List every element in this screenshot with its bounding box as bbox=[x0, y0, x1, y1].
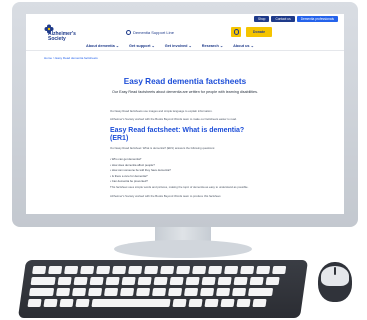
key bbox=[73, 277, 88, 285]
paragraph-3: This factsheet uses simple words and pic… bbox=[110, 185, 249, 189]
key bbox=[256, 266, 271, 274]
key bbox=[224, 266, 239, 274]
key bbox=[216, 288, 231, 296]
key bbox=[32, 266, 47, 274]
key bbox=[233, 277, 248, 285]
paragraph-2: Alzheimer's Society worked with the Book… bbox=[110, 117, 237, 121]
key bbox=[185, 277, 200, 285]
key bbox=[201, 277, 216, 285]
computer-mouse bbox=[318, 262, 352, 302]
key bbox=[57, 277, 72, 285]
key bbox=[192, 266, 207, 274]
key bbox=[220, 299, 235, 307]
support-line-link[interactable]: Dementia Support Line bbox=[126, 30, 174, 35]
key bbox=[200, 288, 215, 296]
logo-line2: Society bbox=[48, 36, 66, 43]
key bbox=[208, 266, 223, 274]
key bbox=[48, 266, 63, 274]
list-item: • Can dementia be prevented? bbox=[110, 179, 148, 183]
key-row bbox=[30, 277, 280, 285]
key bbox=[120, 288, 135, 296]
top-utility-bar: Shop Contact us Dementia professionals bbox=[253, 16, 338, 22]
site-logo[interactable]: Alzheimer's Society bbox=[48, 31, 76, 43]
key bbox=[176, 266, 191, 274]
key bbox=[121, 277, 136, 285]
key bbox=[160, 266, 175, 274]
phone-icon bbox=[126, 30, 131, 35]
paragraph-4: Alzheimer's Society worked with the Book… bbox=[110, 194, 222, 198]
key-row bbox=[27, 299, 267, 307]
search-button[interactable] bbox=[231, 27, 241, 37]
monitor-stand-base bbox=[114, 240, 252, 258]
key bbox=[80, 266, 95, 274]
key bbox=[105, 277, 120, 285]
nav-about-dementia[interactable]: About dementia ⌄ bbox=[86, 43, 119, 48]
desktop-computer-scene: Shop Contact us Dementia professionals A… bbox=[0, 0, 367, 320]
page-title: Easy Read dementia factsheets bbox=[123, 77, 247, 86]
key bbox=[59, 299, 74, 307]
key bbox=[172, 299, 187, 307]
nav-about-us[interactable]: About us ⌄ bbox=[233, 43, 254, 48]
key bbox=[56, 288, 71, 296]
section-intro: Our Easy Read factsheet: What is dementi… bbox=[110, 146, 216, 150]
nav-get-support[interactable]: Get support ⌄ bbox=[129, 43, 155, 48]
key bbox=[153, 277, 168, 285]
key bbox=[137, 277, 152, 285]
paragraph-1: Our Easy Read factsheets use images and … bbox=[110, 109, 213, 113]
key bbox=[43, 299, 58, 307]
key bbox=[136, 288, 151, 296]
key-row bbox=[32, 266, 287, 274]
shop-link[interactable]: Shop bbox=[253, 16, 270, 22]
key bbox=[112, 266, 127, 274]
key bbox=[272, 266, 287, 274]
key bbox=[240, 266, 255, 274]
space-bar bbox=[91, 299, 171, 307]
page-intro: Our Easy Read factsheets about dementia … bbox=[112, 90, 258, 94]
key bbox=[75, 299, 90, 307]
key bbox=[144, 266, 159, 274]
nav-research[interactable]: Research ⌄ bbox=[202, 43, 223, 48]
key bbox=[72, 288, 87, 296]
key bbox=[169, 277, 184, 285]
key bbox=[27, 299, 42, 307]
monitor-screen: Shop Contact us Dementia professionals A… bbox=[26, 14, 344, 214]
support-line-label: Dementia Support Line bbox=[133, 30, 174, 35]
nav-divider bbox=[26, 50, 344, 51]
key-row bbox=[29, 288, 274, 296]
key bbox=[104, 288, 119, 296]
key bbox=[184, 288, 199, 296]
key bbox=[89, 277, 104, 285]
key bbox=[249, 277, 264, 285]
key bbox=[128, 266, 143, 274]
nav-get-involved[interactable]: Get involved ⌄ bbox=[165, 43, 192, 48]
donate-button[interactable]: Donate bbox=[246, 27, 272, 37]
key bbox=[265, 277, 280, 285]
key bbox=[96, 266, 111, 274]
breadcrumb[interactable]: Home > Easy Read dementia factsheets bbox=[44, 56, 98, 60]
section-heading: Easy Read factsheet: What is dementia? (… bbox=[110, 127, 245, 142]
key bbox=[88, 288, 103, 296]
key bbox=[188, 299, 203, 307]
key bbox=[248, 288, 274, 296]
key bbox=[29, 288, 55, 296]
key bbox=[64, 266, 79, 274]
keyboard bbox=[17, 260, 309, 318]
key bbox=[168, 288, 183, 296]
key bbox=[252, 299, 267, 307]
dementia-professionals-link[interactable]: Dementia professionals bbox=[296, 16, 338, 22]
key bbox=[232, 288, 247, 296]
key bbox=[30, 277, 56, 285]
contact-us-link[interactable]: Contact us bbox=[271, 16, 295, 22]
key bbox=[217, 277, 232, 285]
main-navigation: About dementia ⌄ Get support ⌄ Get invol… bbox=[86, 43, 254, 48]
key bbox=[152, 288, 167, 296]
key bbox=[236, 299, 251, 307]
key bbox=[204, 299, 219, 307]
questions-list: • Who can get dementia? • How does demen… bbox=[110, 157, 260, 185]
